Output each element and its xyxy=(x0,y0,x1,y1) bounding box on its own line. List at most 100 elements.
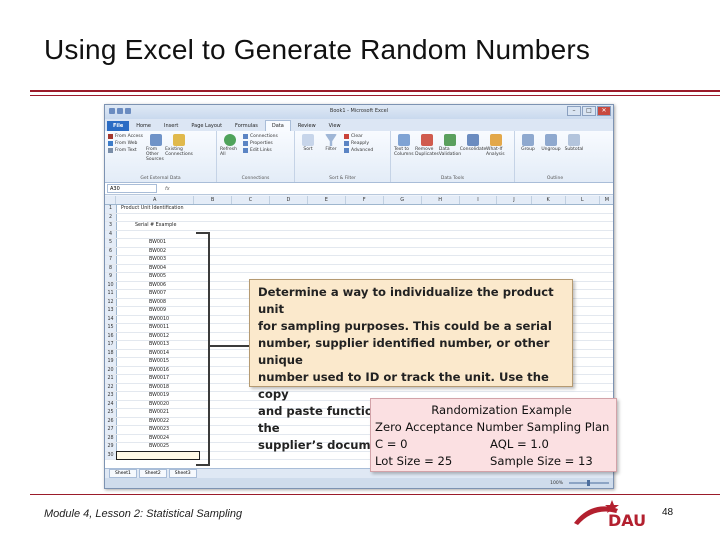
row-number[interactable]: 10 xyxy=(105,281,117,289)
refresh-all-button[interactable]: Refresh All xyxy=(220,134,240,182)
sheet-tab-1[interactable]: Sheet1 xyxy=(109,469,137,478)
cell-a[interactable]: BW002 xyxy=(117,248,199,256)
tab-formulas[interactable]: Formulas xyxy=(229,121,264,131)
column-header[interactable]: F xyxy=(346,196,384,204)
group-button[interactable]: Group xyxy=(518,134,538,182)
consolidate-button[interactable]: Consolidate xyxy=(460,134,486,182)
row-number[interactable]: 17 xyxy=(105,341,117,349)
column-header[interactable]: A xyxy=(116,196,195,204)
tab-file[interactable]: File xyxy=(107,121,130,131)
tab-home[interactable]: Home xyxy=(130,121,157,131)
column-header[interactable]: C xyxy=(232,196,270,204)
cell-a[interactable]: BW0021 xyxy=(117,409,199,417)
cell-a[interactable]: BW008 xyxy=(117,299,199,307)
cell-a[interactable]: BW004 xyxy=(117,265,199,273)
row-number[interactable]: 19 xyxy=(105,358,117,366)
row-number[interactable]: 25 xyxy=(105,409,117,417)
from-other-sources-button[interactable]: From Other Sources xyxy=(146,134,166,182)
cell-a[interactable] xyxy=(117,231,199,239)
cell-a[interactable]: BW0017 xyxy=(117,375,199,383)
column-header[interactable]: K xyxy=(532,196,566,204)
row-number[interactable]: 23 xyxy=(105,392,117,400)
tab-insert[interactable]: Insert xyxy=(158,121,184,131)
cell-a[interactable]: BW0018 xyxy=(117,384,199,392)
column-header[interactable]: D xyxy=(270,196,308,204)
text-to-columns-button[interactable]: Text to Columns xyxy=(394,134,414,182)
cell-a[interactable]: BW0023 xyxy=(117,426,199,434)
edit-links-button[interactable]: Edit Links xyxy=(243,148,278,153)
cell-a[interactable]: Serial # Example xyxy=(117,222,199,230)
row-number[interactable]: 15 xyxy=(105,324,117,332)
column-header[interactable]: B xyxy=(194,196,232,204)
sheet-tab-3[interactable]: Sheet3 xyxy=(168,469,197,478)
column-header[interactable]: E xyxy=(308,196,346,204)
cell-a[interactable]: BW0010 xyxy=(117,316,199,324)
row-number[interactable]: 12 xyxy=(105,298,117,306)
cell-a[interactable]: BW0025 xyxy=(117,443,199,451)
close-button[interactable]: ✕ xyxy=(597,106,611,116)
ungroup-button[interactable]: Ungroup xyxy=(541,134,561,182)
row-number[interactable]: 4 xyxy=(105,230,117,238)
cell-a[interactable]: BW0024 xyxy=(117,435,199,443)
row-number[interactable]: 3 xyxy=(105,222,117,230)
column-header[interactable]: L xyxy=(566,196,600,204)
from-web-button[interactable]: From Web xyxy=(108,141,143,146)
row-number[interactable]: 26 xyxy=(105,417,117,425)
cell-a[interactable]: BW0014 xyxy=(117,350,199,358)
row-number[interactable]: 18 xyxy=(105,349,117,357)
row-number[interactable]: 24 xyxy=(105,400,117,408)
row-number[interactable]: 20 xyxy=(105,366,117,374)
maximize-button[interactable]: □ xyxy=(582,106,596,116)
row-number[interactable]: 9 xyxy=(105,273,117,281)
cell-a[interactable] xyxy=(116,450,200,460)
row-number[interactable]: 27 xyxy=(105,426,117,434)
column-header[interactable]: M xyxy=(600,196,613,204)
reapply-button[interactable]: Reapply xyxy=(344,141,373,146)
column-header[interactable]: I xyxy=(460,196,498,204)
name-box[interactable]: A30 xyxy=(107,184,157,193)
remove-duplicates-button[interactable]: Remove Duplicates xyxy=(415,134,439,182)
subtotal-button[interactable]: Subtotal xyxy=(564,134,584,182)
row-number[interactable]: 22 xyxy=(105,383,117,391)
cell-a[interactable]: Product Unit Identification xyxy=(117,205,199,213)
row-number[interactable]: 30 xyxy=(105,451,117,459)
cell-a[interactable]: BW0012 xyxy=(117,333,199,341)
clear-button[interactable]: Clear xyxy=(344,134,373,139)
row-number[interactable]: 11 xyxy=(105,290,117,298)
row-number[interactable]: 21 xyxy=(105,375,117,383)
advanced-button[interactable]: Advanced xyxy=(344,148,373,153)
select-all-corner[interactable] xyxy=(105,196,117,204)
cell-a[interactable] xyxy=(117,214,199,222)
cell-a[interactable]: BW007 xyxy=(117,290,199,298)
cell-a[interactable]: BW009 xyxy=(117,307,199,315)
cell-a[interactable]: BW0011 xyxy=(117,324,199,332)
tab-data[interactable]: Data xyxy=(264,120,291,131)
cell-a[interactable]: BW0015 xyxy=(117,358,199,366)
row-number[interactable]: 1 xyxy=(105,205,117,213)
fx-icon[interactable]: fx xyxy=(165,186,170,192)
row-number[interactable]: 2 xyxy=(105,213,117,221)
row-number[interactable]: 7 xyxy=(105,256,117,264)
column-header[interactable]: H xyxy=(422,196,460,204)
tab-review[interactable]: Review xyxy=(292,121,322,131)
row-number[interactable]: 29 xyxy=(105,443,117,451)
connections-button[interactable]: Connections xyxy=(243,134,278,139)
row-number[interactable]: 16 xyxy=(105,332,117,340)
cell-a[interactable]: BW0019 xyxy=(117,392,199,400)
filter-button[interactable]: Filter xyxy=(321,134,341,182)
sort-az-button[interactable]: Sort xyxy=(298,134,318,182)
cell-a[interactable]: BW0013 xyxy=(117,341,199,349)
row-number[interactable]: 8 xyxy=(105,264,117,272)
cell-a[interactable]: BW006 xyxy=(117,282,199,290)
row-number[interactable]: 28 xyxy=(105,434,117,442)
data-validation-button[interactable]: Data Validation xyxy=(439,134,461,182)
column-header[interactable]: G xyxy=(384,196,422,204)
zoom-slider[interactable] xyxy=(569,480,609,486)
from-text-button[interactable]: From Text xyxy=(108,148,143,153)
row-number[interactable]: 6 xyxy=(105,247,117,255)
what-if-analysis-button[interactable]: What-If Analysis xyxy=(486,134,506,182)
cell-a[interactable]: BW005 xyxy=(117,273,199,281)
minimize-button[interactable]: – xyxy=(567,106,581,116)
cell-a[interactable]: BW003 xyxy=(117,256,199,264)
column-header[interactable]: J xyxy=(497,196,532,204)
